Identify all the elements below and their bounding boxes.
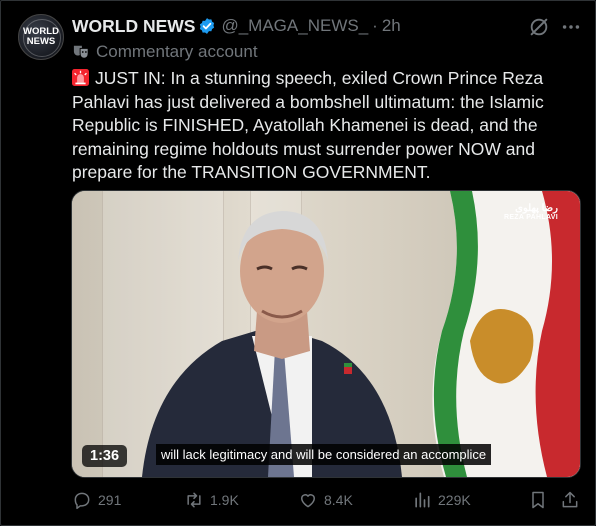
bookmark-icon [532,491,544,509]
repost-count: 1.9K [210,492,239,508]
share-button[interactable] [560,488,586,512]
tweet-text: JUST IN: In a stunning speech, exiled Cr… [72,68,544,182]
video-caption: will lack legitimacy and will be conside… [156,444,492,465]
channel-watermark: رضا پهلوی REZA PAHLAVI [504,203,558,221]
watermark-english: REZA PAHLAVI [503,214,558,221]
tweet-body: JUST IN: In a stunning speech, exiled Cr… [72,67,582,185]
speaker-video-frame [142,191,580,477]
grok-icon[interactable] [528,16,550,38]
views-button[interactable]: 229K [412,488,471,512]
reply-count: 291 [98,492,122,508]
watermark-persian: رضا پهلوی [515,203,558,214]
tweet-header: WORLD NEWS @_MAGA_NEWS_ · 2h [72,15,401,37]
post-time[interactable]: 2h [382,16,401,36]
action-bar: 291 1.9K 8.4K 229K [72,488,582,512]
share-icon [562,491,578,508]
police-siren-icon [72,69,89,86]
heart-icon [301,494,315,508]
like-count: 8.4K [324,492,353,508]
view-count: 229K [438,492,471,508]
verified-badge-icon [200,18,215,34]
theater-mask-icon [73,45,89,59]
video-player[interactable]: رضا پهلوی REZA PAHLAVI 1:36 will lack le… [71,190,581,478]
author-name[interactable]: WORLD NEWS [72,16,195,37]
more-options-icon[interactable] [560,16,582,38]
reply-button[interactable]: 291 [72,488,121,512]
analytics-icon [415,492,430,508]
author-handle[interactable]: @_MAGA_NEWS_ [221,16,368,36]
separator-dot: · [372,16,378,35]
avatar[interactable]: WORLD NEWS [18,14,64,60]
avatar-text-line2: NEWS [26,36,56,47]
repost-button[interactable]: 1.9K [184,488,239,512]
account-label[interactable]: Commentary account [72,42,258,62]
reply-icon [74,492,90,510]
like-button[interactable]: 8.4K [298,488,353,512]
account-label-text: Commentary account [96,42,258,61]
video-duration: 1:36 [82,445,128,467]
bookmark-button[interactable] [528,488,554,512]
repost-icon [187,492,201,508]
